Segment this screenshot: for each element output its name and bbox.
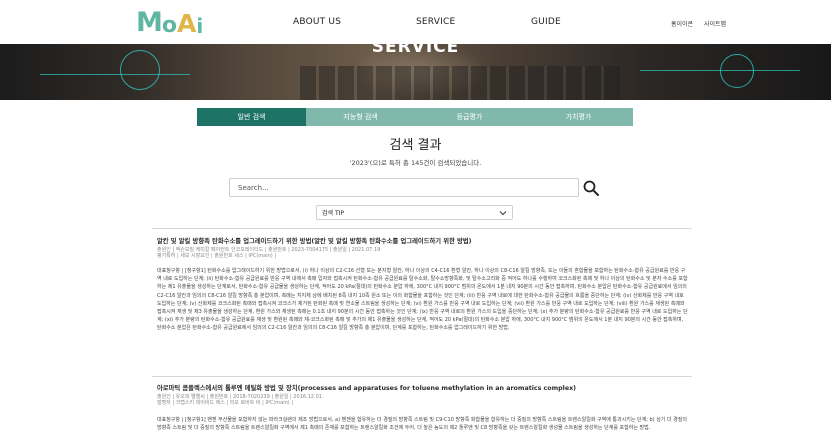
banner-line-decoration: [640, 70, 800, 71]
divider: [152, 376, 692, 377]
tab-value-evaluation[interactable]: 가치평가: [524, 108, 633, 126]
nav-guide[interactable]: GUIDE: [531, 17, 561, 27]
nav-service[interactable]: SERVICE: [416, 17, 455, 27]
banner-circle-decoration: [720, 54, 754, 88]
results-summary: '2023'(으)로 특허 총 145건이 검색되었습니다.: [349, 159, 482, 167]
divider: [152, 228, 692, 229]
chevron-down-icon: [499, 211, 507, 216]
results-title: 검색 결과: [389, 138, 442, 153]
result-abstract: 대표청구항 | [청구항1] 탄화수소를 업그레이드하기 위한 방법으로서, (…: [157, 268, 688, 332]
moai-logo[interactable]: M o A i: [136, 7, 204, 38]
result-abstract: 대표청구항 | [청구항1] 벤젠 부산물을 포함하지 않는 파라크실렌의 제조…: [157, 417, 687, 432]
result-title[interactable]: 아로마틱 콤플렉스에서의 톨루엔 메틸화 방법 및 장치(processes a…: [157, 383, 576, 392]
search-input[interactable]: [229, 178, 579, 197]
banner-title: SERVICE: [371, 44, 460, 57]
result-meta: 평가특허 | 세모 시장요인 | 출원번호 세스 | IPC(main) |: [157, 253, 277, 259]
search-type-tabs: 일반 검색 지능형 검색 등급평가 가치평가: [197, 108, 633, 126]
logo-letter: o: [161, 13, 177, 38]
search-tip-value: 검색 TIP: [322, 210, 345, 217]
result-meta: 발명자 | 크랩스키 데이비드 에스 | 리모 로버트 비 | IPC(main…: [157, 400, 293, 406]
tab-intelligent-search[interactable]: 지능형 검색: [306, 108, 415, 126]
result-title[interactable]: 알칸 및 알킬 방향족 탄화수소를 업그레이드하기 위한 방법(알칸 및 알킬 …: [157, 236, 472, 245]
sitemap-link[interactable]: 사이트맵: [704, 19, 726, 28]
search-icon[interactable]: [582, 179, 600, 197]
logo-letter: M: [136, 7, 163, 38]
search-tip-select[interactable]: 검색 TIP: [316, 205, 513, 220]
banner-line-decoration: [40, 74, 190, 75]
banner-keyboard-image: [300, 66, 620, 100]
nav-about-us[interactable]: ABOUT US: [293, 17, 341, 27]
site-header: M o A i ABOUT US SERVICE GUIDE 홈이이콘 사이트맵: [0, 0, 831, 44]
service-banner: SERVICE: [0, 44, 831, 100]
tab-general-search[interactable]: 일반 검색: [197, 108, 306, 126]
tab-grade-evaluation[interactable]: 등급평가: [415, 108, 524, 126]
logo-letter: i: [196, 14, 204, 38]
home-link[interactable]: 홈이이콘: [671, 19, 693, 28]
logo-letter: A: [177, 9, 197, 38]
